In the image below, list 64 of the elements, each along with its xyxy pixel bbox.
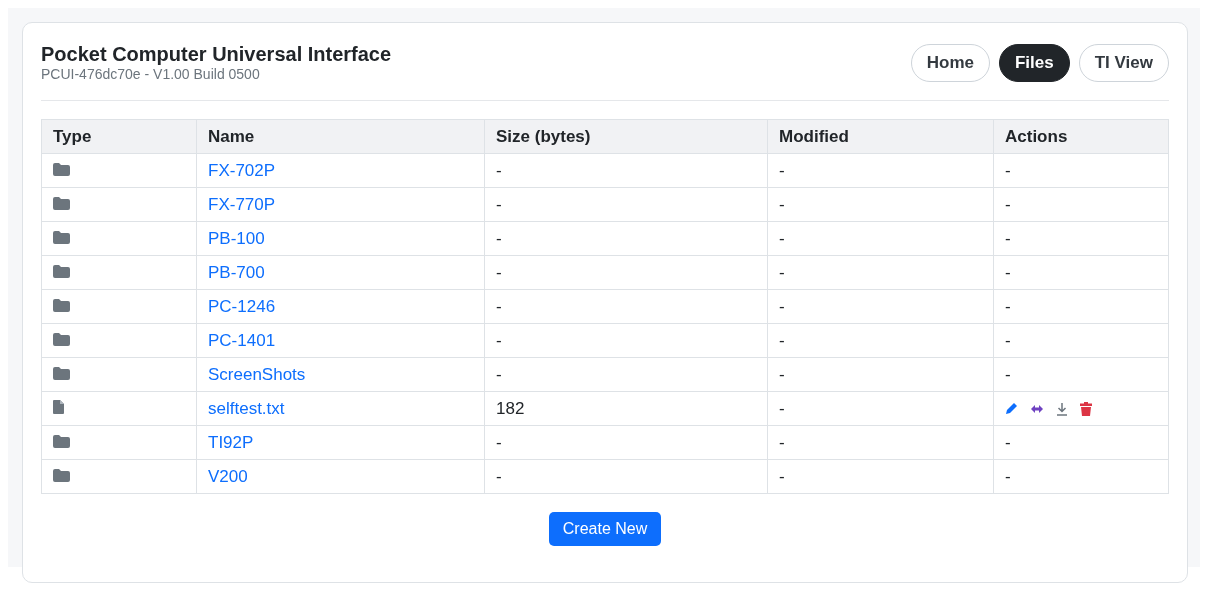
file-link[interactable]: TI92P xyxy=(208,432,254,452)
table-cell: - xyxy=(484,153,768,188)
column-header: Actions xyxy=(993,119,1169,154)
swap-arrows-icon[interactable] xyxy=(1030,403,1044,414)
table-cell: - xyxy=(993,425,1169,460)
column-header: Size (bytes) xyxy=(484,119,768,154)
folder-icon xyxy=(53,162,70,176)
table-cell: - xyxy=(767,255,994,290)
table-cell: - xyxy=(767,323,994,358)
table-cell: - xyxy=(993,255,1169,290)
file-link[interactable]: PC-1401 xyxy=(208,330,276,350)
file-link[interactable]: PB-700 xyxy=(208,262,265,282)
nav-tab[interactable]: TI View xyxy=(1078,43,1169,82)
table-cell: - xyxy=(993,221,1169,256)
table-cell: - xyxy=(993,459,1169,494)
pencil-icon[interactable] xyxy=(1005,402,1018,415)
version-text: PCUI-476dc70e - V1.00 Build 0500 xyxy=(41,66,261,82)
folder-icon xyxy=(53,332,70,346)
column-header: Name xyxy=(196,119,485,154)
table-cell: - xyxy=(993,323,1169,358)
file-link[interactable]: FX-770P xyxy=(208,194,276,214)
folder-icon xyxy=(53,230,70,244)
folder-icon xyxy=(53,366,70,380)
trash-icon[interactable] xyxy=(1080,401,1092,416)
file-link[interactable]: selftest.txt xyxy=(208,398,285,418)
folder-icon xyxy=(53,264,70,278)
table-cell: - xyxy=(484,255,768,290)
table-cell: - xyxy=(767,153,994,188)
table-cell: - xyxy=(484,221,768,256)
table-cell: - xyxy=(484,187,768,222)
folder-icon xyxy=(53,298,70,312)
table-cell: - xyxy=(484,459,768,494)
table-cell: - xyxy=(484,357,768,392)
file-link[interactable]: PB-100 xyxy=(208,228,265,248)
table-cell: - xyxy=(767,459,994,494)
file-link[interactable]: V200 xyxy=(208,466,248,486)
table-cell: 182 xyxy=(484,391,768,426)
table-cell: - xyxy=(767,289,994,324)
app-title: Pocket Computer Universal Interface xyxy=(41,43,392,66)
table-cell: - xyxy=(993,357,1169,392)
nav-tab[interactable]: Home xyxy=(910,43,990,82)
file-link[interactable]: PC-1246 xyxy=(208,296,276,316)
table-cell: - xyxy=(484,425,768,460)
table-cell: - xyxy=(993,187,1169,222)
table-cell: - xyxy=(767,221,994,256)
download-icon[interactable] xyxy=(1056,401,1068,416)
table-cell: - xyxy=(993,289,1169,324)
table-cell: - xyxy=(484,323,768,358)
table-cell: - xyxy=(767,425,994,460)
table-cell: - xyxy=(767,357,994,392)
file-icon xyxy=(53,399,64,414)
folder-icon xyxy=(53,196,70,210)
column-header: Modified xyxy=(767,119,994,154)
file-link[interactable]: ScreenShots xyxy=(208,364,306,384)
table-cell: - xyxy=(484,289,768,324)
table-cell: - xyxy=(767,187,994,222)
folder-icon xyxy=(53,434,70,448)
folder-icon xyxy=(53,468,70,482)
create-new-button[interactable]: Create New xyxy=(548,512,662,546)
column-header: Type xyxy=(41,119,197,154)
file-link[interactable]: FX-702P xyxy=(208,160,276,180)
table-cell: - xyxy=(767,391,994,426)
table-cell: - xyxy=(993,153,1169,188)
nav-tab[interactable]: Files xyxy=(999,43,1070,82)
